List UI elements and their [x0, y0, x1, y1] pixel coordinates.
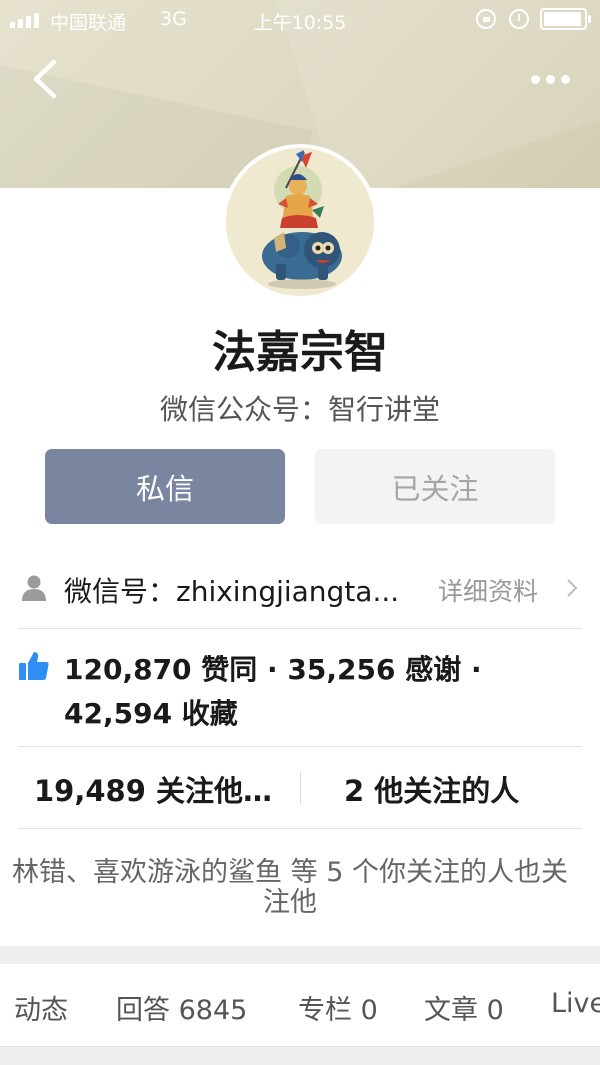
follow-stats-row: 19,489 关注他的人 2 他关注的人 — [0, 748, 600, 828]
chevron-left-icon — [33, 59, 57, 99]
profile-tabs: 动态 回答 6845 专栏 0 文章 0 Live — [0, 964, 600, 1046]
divider — [18, 628, 582, 629]
tab-activity[interactable]: 动态 — [14, 988, 68, 1027]
followers-link[interactable]: 19,489 关注他的人 — [34, 768, 290, 810]
following-link[interactable]: 2 他关注的人 — [344, 768, 519, 810]
status-bar: 中国联通 3G 上午10:55 — [0, 0, 600, 40]
tab-live[interactable]: Live — [551, 988, 600, 1019]
avatar[interactable] — [222, 144, 378, 300]
mutual-followers-text[interactable]: 林错、喜欢游泳的鲨鱼 等 5 个你关注的人也关注他 — [0, 858, 580, 918]
private-message-button[interactable]: 私信 — [45, 449, 285, 524]
manjushri-avatar-illustration — [226, 148, 374, 296]
section-gap — [0, 946, 600, 964]
tab-answers[interactable]: 回答 6845 — [116, 988, 247, 1027]
user-icon — [22, 575, 46, 601]
stats-text: 120,870 赞同 · 35,256 感谢 · 42,594 收藏 — [64, 653, 482, 730]
detail-info-link[interactable]: 详细资料 — [438, 572, 538, 608]
stats-row: 120,870 赞同 · 35,256 感谢 · 42,594 收藏 — [0, 632, 600, 744]
thumbs-up-icon — [19, 652, 49, 680]
vertical-divider — [300, 772, 301, 804]
more-options-button[interactable] — [522, 62, 578, 96]
profile-name: 法嘉宗智 — [212, 327, 388, 378]
tab-columns[interactable]: 专栏 0 — [298, 988, 378, 1027]
wechat-id-label: 微信号：zhixingjiangta... — [64, 575, 400, 608]
more-dots-icon — [530, 74, 540, 84]
rotation-lock-icon — [476, 9, 496, 29]
tab-articles[interactable]: 文章 0 — [424, 988, 504, 1027]
divider — [18, 828, 582, 829]
profile-subtitle: 微信公众号：智行讲堂 — [159, 393, 440, 426]
following-button[interactable]: 已关注 — [315, 449, 555, 524]
wechat-id-row[interactable]: 微信号：zhixingjiangta... 详细资料 — [0, 552, 600, 628]
alarm-icon — [509, 9, 529, 29]
back-button[interactable] — [22, 52, 72, 106]
chevron-right-icon — [567, 579, 578, 597]
battery-icon — [540, 8, 591, 30]
bottom-gap — [0, 1046, 600, 1065]
divider — [18, 746, 582, 747]
